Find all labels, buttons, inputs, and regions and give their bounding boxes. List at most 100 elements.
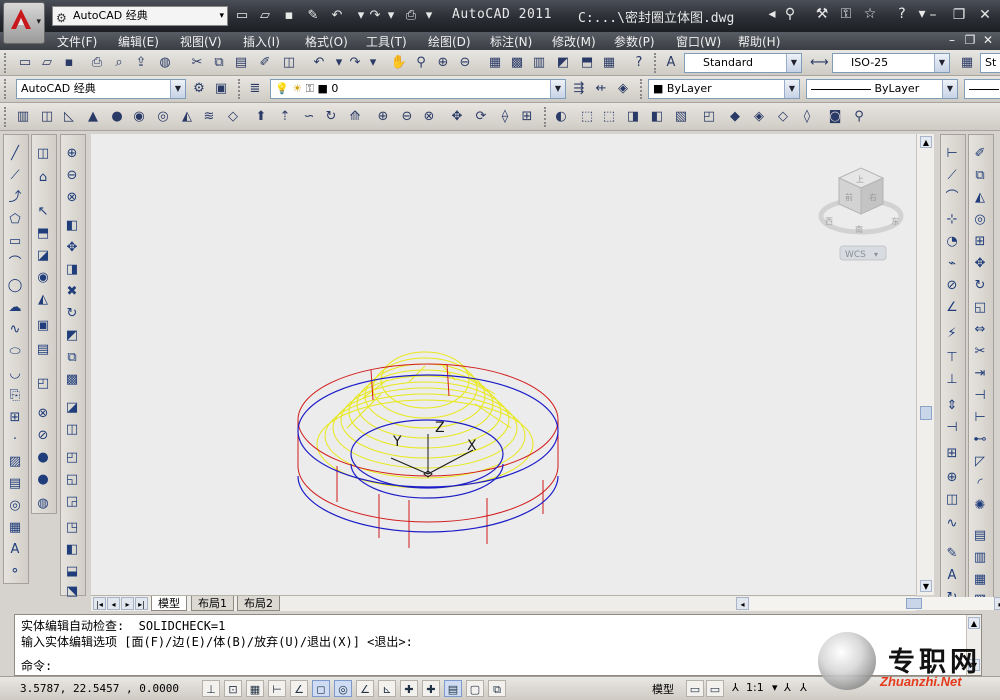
menu-dimension[interactable]: 标注(N) <box>490 33 532 50</box>
pan-hand-icon[interactable]: ✋ <box>390 54 408 72</box>
sheet-set-icon[interactable]: ◩ <box>554 54 572 72</box>
properties-icon[interactable]: ▦ <box>486 54 504 72</box>
annotation-scale-value[interactable]: 1:1 <box>746 681 764 694</box>
snap-mode-icon[interactable]: ⊡ <box>224 680 242 697</box>
menu-edit[interactable]: 编辑(E) <box>118 33 159 50</box>
rotate-faces-icon[interactable]: ↻ <box>63 305 81 323</box>
workspace-select[interactable]: AutoCAD 经典 ▼ <box>16 79 186 99</box>
linetype-select[interactable]: ByLayer ▼ <box>806 79 958 99</box>
solid-cone-icon[interactable]: ⌂ <box>34 169 52 187</box>
view-nw-iso-icon[interactable]: ◊ <box>798 108 816 126</box>
multiline-text-icon[interactable]: A <box>6 541 24 559</box>
dimension-style-icon[interactable]: ⟷ <box>810 54 829 72</box>
solid-box-icon[interactable]: ◫ <box>34 145 52 163</box>
calculator-icon[interactable]: ▦ <box>600 54 618 72</box>
transparency-icon[interactable]: ▤ <box>444 680 462 697</box>
zoom-previous-icon[interactable]: ⊖ <box>456 54 474 72</box>
separate-icon[interactable]: ◲ <box>63 493 81 511</box>
drawing-canvas[interactable]: Y Z X 上 前 右 西 南 东 WCS ▾ <box>91 134 916 595</box>
markup-icon[interactable]: ⬒ <box>578 54 596 72</box>
solid-slice-icon[interactable]: ◪ <box>34 247 52 265</box>
open-icon[interactable]: ▱ <box>38 54 56 72</box>
tab-layout2[interactable]: 布局2 <box>237 596 280 611</box>
radius-dim-icon[interactable]: ◔ <box>943 233 961 251</box>
jogged-linear-icon[interactable]: ∿ <box>943 515 961 533</box>
view-se-iso-icon[interactable]: ◈ <box>750 108 768 126</box>
cut-icon[interactable]: ✂ <box>188 54 206 72</box>
tolerance-icon[interactable]: ⊞ <box>943 445 961 463</box>
infer-constraints-icon[interactable]: ⊥ <box>202 680 220 697</box>
minimize-button[interactable]: – <box>920 4 946 26</box>
scroll-up-icon[interactable]: ▲ <box>920 136 932 148</box>
taper-faces-icon[interactable]: ◩ <box>63 327 81 345</box>
intersect-icon[interactable]: ⊗ <box>63 189 81 207</box>
ordinate-dim-icon[interactable]: ⊹ <box>943 211 961 229</box>
diameter-dim-icon[interactable]: ⊘ <box>943 277 961 295</box>
move-icon[interactable]: ✥ <box>971 255 989 273</box>
quick-access-dropdown-icon[interactable]: ▾ <box>420 7 438 25</box>
copy-icon[interactable]: ⧉ <box>210 54 228 72</box>
realistic-icon[interactable]: ◧ <box>648 108 666 126</box>
menu-parametric[interactable]: 参数(P) <box>614 33 655 50</box>
plot-icon[interactable]: ⎙ <box>88 54 106 72</box>
offset-icon[interactable]: ◎ <box>971 211 989 229</box>
subscription-center-icon[interactable]: ⚿ <box>836 6 856 22</box>
select-pointer-icon[interactable]: ↖ <box>34 203 52 221</box>
quick-view-layouts-icon[interactable]: ▭ <box>686 680 704 697</box>
text-style-select[interactable]: Standard ▼ <box>684 53 802 73</box>
make-object-layer-current-icon[interactable]: ⇶ <box>570 80 588 98</box>
explode-icon[interactable]: ✺ <box>971 497 989 515</box>
inspection-icon[interactable]: ◫ <box>943 491 961 509</box>
render-icon[interactable]: ▣ <box>34 317 52 335</box>
zoom-window-icon[interactable]: ⊕ <box>434 54 452 72</box>
solid-extrude-icon[interactable]: ⬒ <box>34 225 52 243</box>
extrude-faces-icon[interactable]: ◧ <box>63 217 81 235</box>
solid-section-icon[interactable]: ◭ <box>34 291 52 309</box>
open-file-icon[interactable]: ▱ <box>256 7 274 25</box>
menu-window[interactable]: 窗口(W) <box>676 33 721 50</box>
insert-block-icon[interactable]: ⎘ <box>6 387 24 405</box>
undo-icon[interactable]: ↶ <box>310 54 328 72</box>
planar-surface-icon[interactable]: ◇ <box>224 108 242 126</box>
trim-icon[interactable]: ✂ <box>971 343 989 361</box>
polygon-icon[interactable]: ⬠ <box>6 211 24 229</box>
redo-icon[interactable]: ↷ <box>346 54 364 72</box>
region-icon[interactable]: ◎ <box>6 497 24 515</box>
menu-modify[interactable]: 修改(M) <box>552 33 596 50</box>
presspull-icon[interactable]: ⬔ <box>63 583 81 601</box>
color-faces-icon[interactable]: ▩ <box>63 371 81 389</box>
array-icon[interactable]: ⊞ <box>971 233 989 251</box>
center-mark-icon[interactable]: ⊕ <box>943 469 961 487</box>
material-sphere-blue-icon[interactable]: ● <box>34 449 52 467</box>
hatch-icon[interactable]: ▨ <box>6 453 24 471</box>
solid-shell-icon[interactable]: ◰ <box>34 375 52 393</box>
layer-select[interactable]: 💡 ☀ ⚿ ■ 0 ▼ <box>270 79 566 99</box>
dim-edit-icon[interactable]: ✎ <box>943 545 961 563</box>
polyline-icon[interactable]: ⤴ <box>6 189 24 207</box>
close-button[interactable]: ✕ <box>972 4 998 26</box>
chamfer-icon[interactable]: ◸ <box>971 453 989 471</box>
spline-icon[interactable]: ∿ <box>6 321 24 339</box>
dynamic-ucs-icon[interactable]: ⊾ <box>378 680 396 697</box>
add-selected-icon[interactable]: ⚬ <box>6 563 24 581</box>
dimension-style-select[interactable]: ISO-25 ▼ <box>832 53 950 73</box>
sphere-wire-icon[interactable]: ⊗ <box>34 405 52 423</box>
table-icon[interactable]: ▦ <box>6 519 24 537</box>
model-space-label[interactable]: 模型 <box>652 681 674 697</box>
aligned-dim-icon[interactable]: ⟋ <box>943 167 961 185</box>
box-icon[interactable]: ◫ <box>38 108 56 126</box>
viewcube[interactable]: 上 前 右 西 南 东 <box>818 167 904 235</box>
delete-faces-icon[interactable]: ✖ <box>63 283 81 301</box>
tab-model[interactable]: 模型 <box>151 596 187 611</box>
redo-dropdown-icon[interactable]: ▾ <box>382 7 400 25</box>
offset-faces-icon[interactable]: ◨ <box>63 261 81 279</box>
plot-icon[interactable]: ⎙ <box>402 7 420 25</box>
menu-format[interactable]: 格式(O) <box>305 33 348 50</box>
sphere-icon[interactable]: ● <box>108 108 126 126</box>
doc-restore-button[interactable]: ❐ <box>962 33 978 47</box>
scroll-left-icon[interactable]: ◂ <box>736 597 749 610</box>
communication-center-icon[interactable]: ⚒ <box>812 6 832 22</box>
doc-close-button[interactable]: ✕ <box>980 33 996 47</box>
construction-line-icon[interactable]: ⟋ <box>6 167 24 185</box>
copy-faces-icon[interactable]: ⧉ <box>63 349 81 367</box>
